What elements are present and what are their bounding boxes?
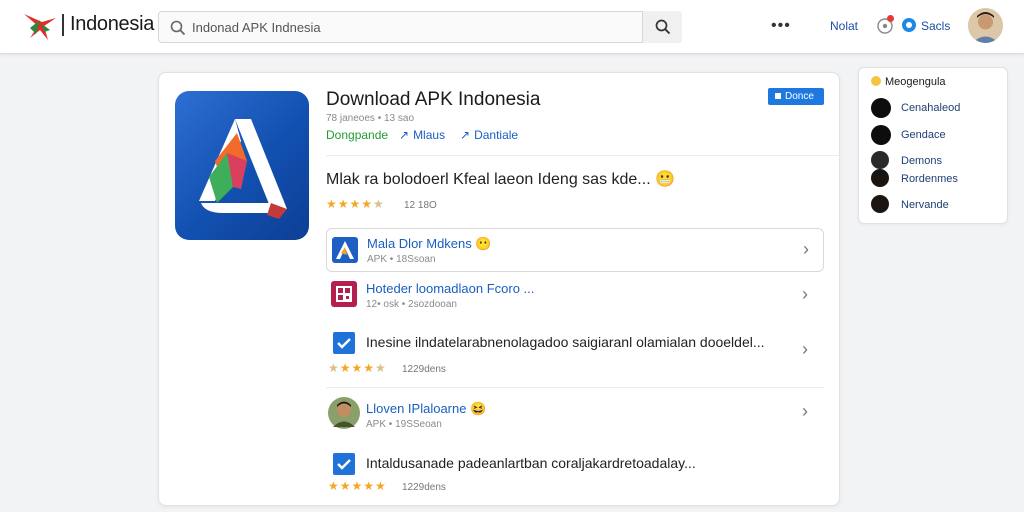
search-button[interactable] [642, 11, 682, 43]
link-icon: ↗ [460, 128, 471, 142]
search-icon [170, 20, 186, 36]
header-divider [326, 155, 840, 156]
header-link-sacls[interactable]: Sacls [921, 19, 950, 33]
list-item-rating-count: 1229dens [402, 364, 446, 375]
follow-button-label: Donce [785, 91, 814, 102]
checkmark-icon [333, 332, 355, 354]
list-item-rating-count: 1229dens [402, 482, 446, 493]
side-panel-header-text: Meogengula [885, 76, 946, 88]
list-item-subtitle: 12• osk • 2sozdooan [366, 299, 457, 310]
avatar [871, 151, 889, 169]
search-bar[interactable]: Indonad APK Indnesia ••• [158, 11, 790, 43]
avatar [871, 195, 889, 213]
qr-grid-icon [331, 281, 357, 307]
list-item-text: Intaldusanade padeanlartban coraljakardr… [366, 455, 696, 471]
search-icon [655, 19, 671, 35]
side-item-label: Demons [901, 155, 942, 167]
app-tag-2[interactable]: ↗ Dantiale [460, 128, 518, 142]
more-options-icon[interactable]: ••• [771, 17, 791, 35]
avatar [871, 169, 889, 187]
chevron-right-icon[interactable]: › [802, 284, 808, 305]
status-indicator-icon [871, 76, 881, 86]
checkmark-icon [333, 453, 355, 475]
notification-badge [887, 15, 894, 22]
app-logo-icon[interactable] [175, 91, 309, 240]
brand-logo-icon[interactable] [20, 10, 60, 42]
app-rating-stars: ★★★★★ [326, 197, 385, 211]
chevron-right-icon[interactable]: › [802, 339, 808, 360]
app-meta: 78 janeoes • 13 sao [326, 113, 415, 124]
neutral-emoji-icon: 😶 [475, 236, 492, 251]
list-item-title-text: Lloven IPlaloarne [366, 401, 467, 416]
row-divider [326, 387, 824, 388]
search-input[interactable]: Indonad APK Indnesia [192, 20, 321, 35]
app-rating-count: 12 18O [404, 200, 437, 211]
logo-divider [62, 14, 64, 36]
app-detail-card: Download APK Indonesia 78 janeoes • 13 s… [158, 72, 840, 506]
avatar [871, 98, 891, 118]
side-item-label: Nervande [901, 199, 949, 211]
list-item-rating-stars: ★★★★★ [328, 479, 387, 493]
link-icon: ↗ [399, 128, 410, 142]
follow-icon [775, 93, 781, 99]
follow-button[interactable]: Donce [768, 88, 824, 105]
list-item-subtitle: APK • 18Ssoan [367, 254, 436, 265]
side-item-label: Rordenmes [901, 173, 958, 185]
app-title: Download APK Indonesia [326, 89, 541, 110]
side-item-label: Gendace [901, 129, 946, 141]
app-tag-1-label: Mlaus [413, 128, 446, 142]
app-tag-2-label: Dantiale [474, 128, 519, 142]
list-item[interactable]: Inesine ilndatelarabnenolagadoo saigiara… [326, 329, 824, 379]
user-avatar[interactable] [968, 8, 1003, 43]
chevron-right-icon[interactable]: › [802, 401, 808, 422]
side-panel-header: Meogengula [871, 76, 946, 88]
list-item-title: Hoteder loomadlaon Fcoro ... [366, 281, 535, 296]
side-item-label: Cenahaleod [901, 102, 961, 114]
list-item-title: Mala Dlor Mdkens 😶 [367, 236, 492, 252]
avatar [871, 125, 891, 145]
side-panel: Meogengula Cenahaleod Gendace Demons Ror… [858, 67, 1008, 224]
account-icon[interactable] [902, 18, 916, 32]
grimace-emoji-icon: 😬 [655, 171, 676, 188]
list-item[interactable]: Mala Dlor Mdkens 😶 APK • 18Ssoan › [326, 228, 824, 272]
list-item-rating-stars: ★★★★★ [328, 361, 387, 375]
list-item-title: Lloven IPlaloarne 😆 [366, 401, 486, 417]
app-logo-icon [332, 237, 358, 263]
app-description-text: Mlak ra bolodoerl Kfeal laeon Ideng sas … [326, 171, 651, 188]
list-item-subtitle: APK • 19SSeoan [366, 419, 442, 430]
list-item-title-text: Mala Dlor Mdkens [367, 236, 472, 251]
app-tag-1[interactable]: ↗ Mlaus [399, 128, 445, 142]
laughing-emoji-icon: 😆 [470, 401, 487, 416]
user-avatar-icon [328, 397, 360, 429]
list-item[interactable]: Lloven IPlaloarne 😆 APK • 19SSeoan › [326, 397, 824, 437]
header-link-nolat[interactable]: Nolat [830, 19, 858, 33]
list-item[interactable]: Hoteder loomadlaon Fcoro ... 12• osk • 2… [326, 277, 824, 317]
app-category-link[interactable]: Dongpande [326, 128, 388, 142]
list-item-text: Inesine ilndatelarabnenolagadoo saigiara… [366, 334, 765, 350]
list-item[interactable]: Intaldusanade padeanlartban coraljakardr… [326, 451, 824, 497]
app-description: Mlak ra bolodoerl Kfeal laeon Ideng sas … [326, 169, 675, 189]
brand-name[interactable]: Indonesia [70, 13, 154, 36]
top-bar: Indonesia Indonad APK Indnesia ••• Nolat… [0, 0, 1024, 54]
chevron-right-icon[interactable]: › [803, 239, 809, 260]
